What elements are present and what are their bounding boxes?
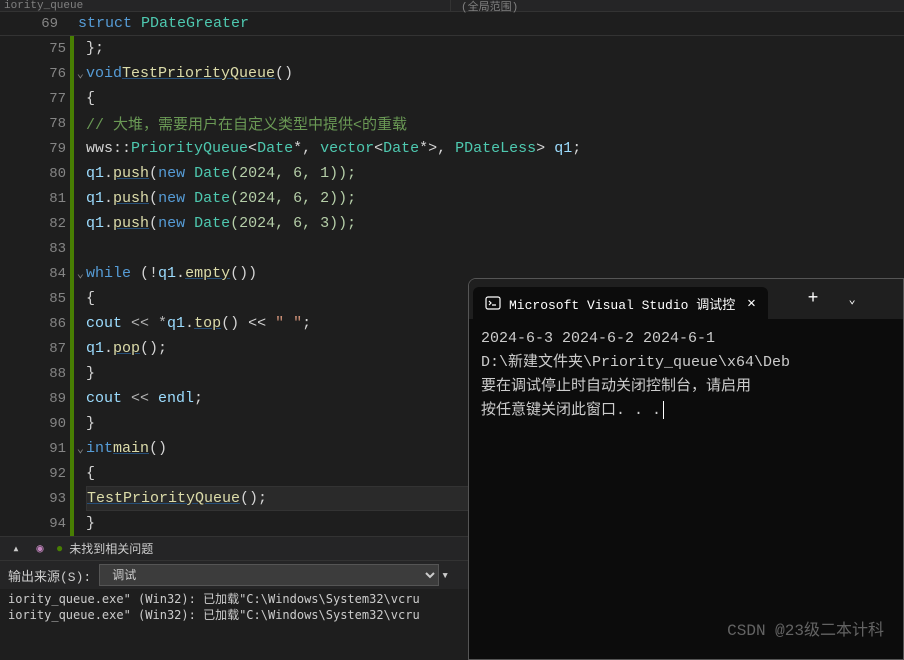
pinned-scope-line: 69 struct PDateGreater	[0, 12, 904, 36]
output-source-select[interactable]: 调试	[99, 564, 439, 586]
cursor	[663, 401, 664, 419]
class-name: PDateGreater	[141, 15, 249, 32]
console-tab[interactable]: Microsoft Visual Studio 调试控 ✕	[473, 287, 768, 319]
scope-dropdown[interactable]: (全局范围)	[450, 0, 904, 11]
debug-console-window: Microsoft Visual Studio 调试控 ✕ + ⌄ 2024-6…	[468, 278, 904, 660]
output-source-label: 输出来源(S):	[8, 566, 91, 585]
dropdown-icon[interactable]: ▾	[441, 568, 449, 583]
chevron-down-icon[interactable]: ⌄	[848, 292, 855, 307]
line-gutter: 75 76⌄ 77 78 79 80 81 82 83 84⌄ 85 86 87…	[0, 36, 72, 536]
copilot-icon[interactable]: ◉	[32, 541, 48, 557]
terminal-icon	[485, 295, 501, 311]
line-number: 69	[30, 16, 58, 32]
check-icon: ●	[56, 542, 63, 556]
console-titlebar[interactable]: Microsoft Visual Studio 调试控 ✕ + ⌄	[469, 279, 903, 319]
file-breadcrumb[interactable]: iority_queue	[0, 0, 450, 11]
breadcrumb-bar: iority_queue (全局范围)	[0, 0, 904, 12]
watermark: CSDN @23级二本计科	[727, 616, 884, 640]
keyword: struct	[78, 15, 132, 32]
chevron-up-icon[interactable]: ▴	[8, 541, 24, 557]
new-tab-button[interactable]: +	[808, 289, 819, 309]
console-tab-title: Microsoft Visual Studio 调试控	[509, 294, 735, 313]
close-icon[interactable]: ✕	[747, 295, 755, 312]
issues-status[interactable]: 未找到相关问题	[69, 540, 153, 557]
console-output[interactable]: 2024-6-3 2024-6-2 2024-6-1 D:\新建文件夹\Prio…	[469, 319, 903, 431]
